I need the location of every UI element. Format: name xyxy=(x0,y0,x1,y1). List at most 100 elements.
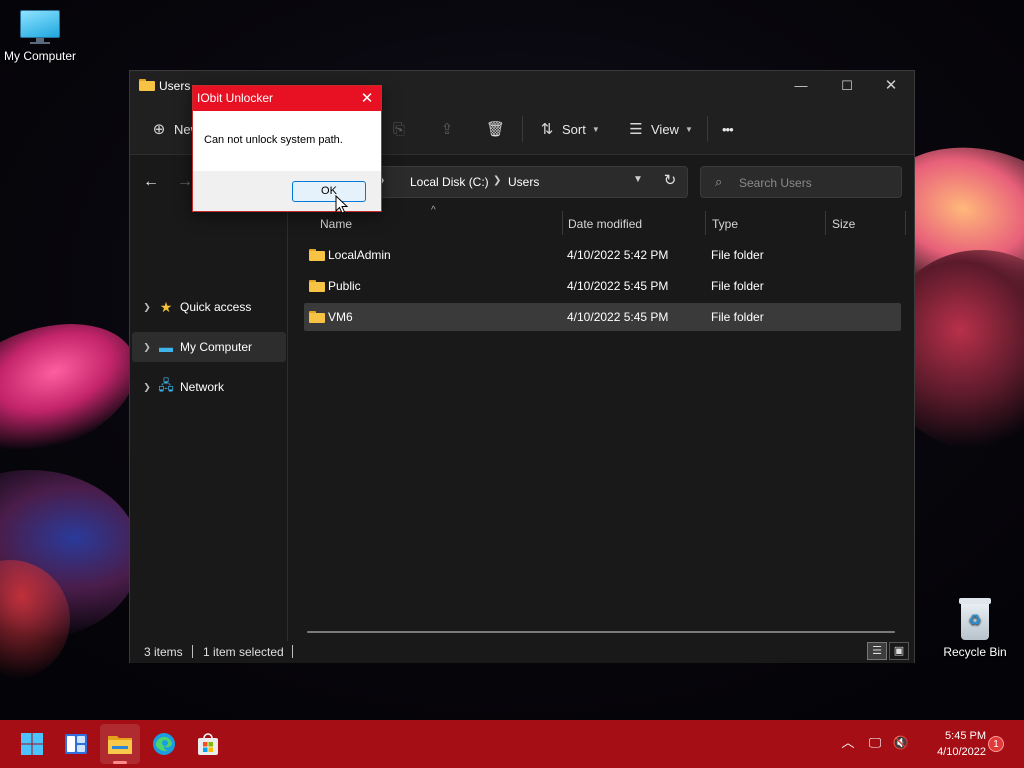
desktop-icon-my-computer[interactable]: My Computer xyxy=(0,10,80,63)
column-header-name[interactable]: Name xyxy=(320,217,352,231)
sort-ascending-icon: ^ xyxy=(431,205,436,216)
chevron-right-icon[interactable]: ❯ xyxy=(138,382,156,393)
refresh-icon[interactable]: ↻ xyxy=(660,171,680,191)
folder-icon xyxy=(309,249,325,261)
recycle-bin-icon: ♻ xyxy=(958,598,992,640)
status-divider xyxy=(192,645,193,658)
folder-icon xyxy=(139,79,155,91)
column-header-date[interactable]: Date modified xyxy=(568,217,642,231)
breadcrumb-item[interactable]: Users xyxy=(508,175,539,189)
more-icon: ••• xyxy=(722,121,734,137)
chevron-right-icon: ❯ xyxy=(493,175,502,186)
dialog-message: Can not unlock system path. xyxy=(204,134,343,146)
sort-icon: ⇅ xyxy=(540,121,554,138)
horizontal-scrollbar[interactable] xyxy=(307,631,895,633)
dialog-footer: OK xyxy=(193,171,381,211)
file-explorer-taskbar-button[interactable] xyxy=(100,724,140,764)
view-list-icon: ☰ xyxy=(629,121,643,138)
maximize-button[interactable]: ☐ xyxy=(824,71,870,101)
toolbar-divider xyxy=(522,116,523,142)
status-bar: 3 items 1 item selected ☰ ▣ xyxy=(130,641,914,663)
view-button[interactable]: ☰ View ▼ xyxy=(627,116,693,142)
chevron-up-icon[interactable]: ︿ xyxy=(837,732,859,754)
tiles-view-icon[interactable]: ▣ xyxy=(889,642,909,660)
nav-item-network[interactable]: ❯ 🖧 Network xyxy=(132,372,286,402)
start-button[interactable] xyxy=(12,724,52,764)
chevron-down-icon[interactable]: ▼ xyxy=(633,174,643,185)
folder-icon xyxy=(309,311,325,323)
clock[interactable]: 5:45 PM 4/10/2022 xyxy=(916,728,986,760)
ok-button[interactable]: OK xyxy=(292,181,366,202)
monitor-icon: ▬ xyxy=(159,339,173,355)
volume-muted-icon[interactable]: 🔇 xyxy=(890,732,912,754)
file-type: File folder xyxy=(711,248,764,262)
rename-icon: ⎘ xyxy=(392,120,405,138)
search-icon: ⌕ xyxy=(715,174,723,189)
chevron-right-icon[interactable]: ❯ xyxy=(138,302,156,313)
file-row[interactable]: VM6 4/10/2022 5:45 PM File folder xyxy=(304,303,901,331)
running-indicator xyxy=(113,761,127,764)
file-name: Public xyxy=(328,279,361,293)
chevron-right-icon[interactable]: ❯ xyxy=(138,342,156,353)
edge-icon xyxy=(153,733,175,755)
more-options-button[interactable]: ••• xyxy=(722,116,734,142)
column-headers: ^ Name Date modified Type Size xyxy=(289,205,914,239)
column-divider[interactable] xyxy=(825,211,826,235)
close-button[interactable]: ✕ xyxy=(868,71,914,101)
file-date: 4/10/2022 5:45 PM xyxy=(567,279,669,293)
sort-label: Sort xyxy=(562,121,586,137)
chevron-down-icon: ▼ xyxy=(591,124,600,134)
widgets-button[interactable] xyxy=(56,724,96,764)
nav-item-quick-access[interactable]: ❯ ★ Quick access xyxy=(132,292,286,322)
edge-button[interactable] xyxy=(144,724,184,764)
minimize-button[interactable]: — xyxy=(778,71,824,101)
view-label: View xyxy=(651,121,679,137)
file-row[interactable]: LocalAdmin 4/10/2022 5:42 PM File folder xyxy=(304,241,901,269)
file-date: 4/10/2022 5:42 PM xyxy=(567,248,669,262)
notification-badge[interactable]: 1 xyxy=(988,736,1004,752)
status-divider xyxy=(292,645,293,658)
nav-item-label: Quick access xyxy=(180,300,252,314)
store-button[interactable] xyxy=(188,724,228,764)
file-type: File folder xyxy=(711,279,764,293)
widgets-icon xyxy=(65,734,87,754)
nav-item-label: Network xyxy=(180,380,225,394)
start-icon xyxy=(21,733,43,755)
monitor-icon xyxy=(18,10,62,44)
star-icon: ★ xyxy=(159,298,173,315)
nav-item-my-computer[interactable]: ❯ ▬ My Computer xyxy=(132,332,286,362)
back-arrow-icon[interactable]: ← xyxy=(139,170,163,194)
close-icon[interactable]: ✕ xyxy=(357,89,377,109)
navigation-pane: ❯ ★ Quick access ❯ ▬ My Computer ❯ 🖧 Net… xyxy=(130,209,288,641)
network-status-icon[interactable]: 🖵 xyxy=(864,732,886,754)
file-row[interactable]: Public 4/10/2022 5:45 PM File folder xyxy=(304,272,901,300)
column-divider[interactable] xyxy=(905,211,906,235)
column-header-type[interactable]: Type xyxy=(712,217,738,231)
column-divider[interactable] xyxy=(562,211,563,235)
toolbar-divider xyxy=(707,116,708,142)
file-explorer-icon xyxy=(108,736,132,754)
rename-button[interactable]: ⎘ xyxy=(390,116,408,142)
details-view-icon[interactable]: ☰ xyxy=(867,642,887,660)
search-box[interactable]: ⌕ xyxy=(700,166,902,198)
column-divider[interactable] xyxy=(705,211,706,235)
network-icon: 🖧 xyxy=(158,377,174,393)
nav-item-label: My Computer xyxy=(180,340,253,354)
dialog-body: Can not unlock system path. xyxy=(193,111,381,171)
address-bar[interactable]: er ❯ Local Disk (C:) ❯ Users ▼ xyxy=(352,166,688,198)
plus-circle-icon: ⊕ xyxy=(152,121,166,138)
search-input[interactable] xyxy=(739,173,889,193)
breadcrumb-item[interactable]: Local Disk (C:) xyxy=(410,175,489,189)
share-button[interactable]: ⇪ xyxy=(438,116,456,142)
item-count: 3 items xyxy=(144,645,183,659)
file-type: File folder xyxy=(711,310,764,324)
dialog-title-bar[interactable]: IObit Unlocker ✕ xyxy=(193,86,381,111)
column-header-size[interactable]: Size xyxy=(832,217,855,231)
chevron-down-icon: ▼ xyxy=(684,124,693,134)
sort-button[interactable]: ⇅ Sort ▼ xyxy=(538,116,600,142)
desktop-icon-recycle-bin[interactable]: ♻ Recycle Bin xyxy=(935,598,1015,659)
iobit-unlocker-dialog: IObit Unlocker ✕ Can not unlock system p… xyxy=(192,85,382,212)
delete-button[interactable]: 🗑 xyxy=(486,116,505,142)
desktop-icon-label: Recycle Bin xyxy=(943,645,1007,659)
share-icon: ⇪ xyxy=(440,121,454,138)
